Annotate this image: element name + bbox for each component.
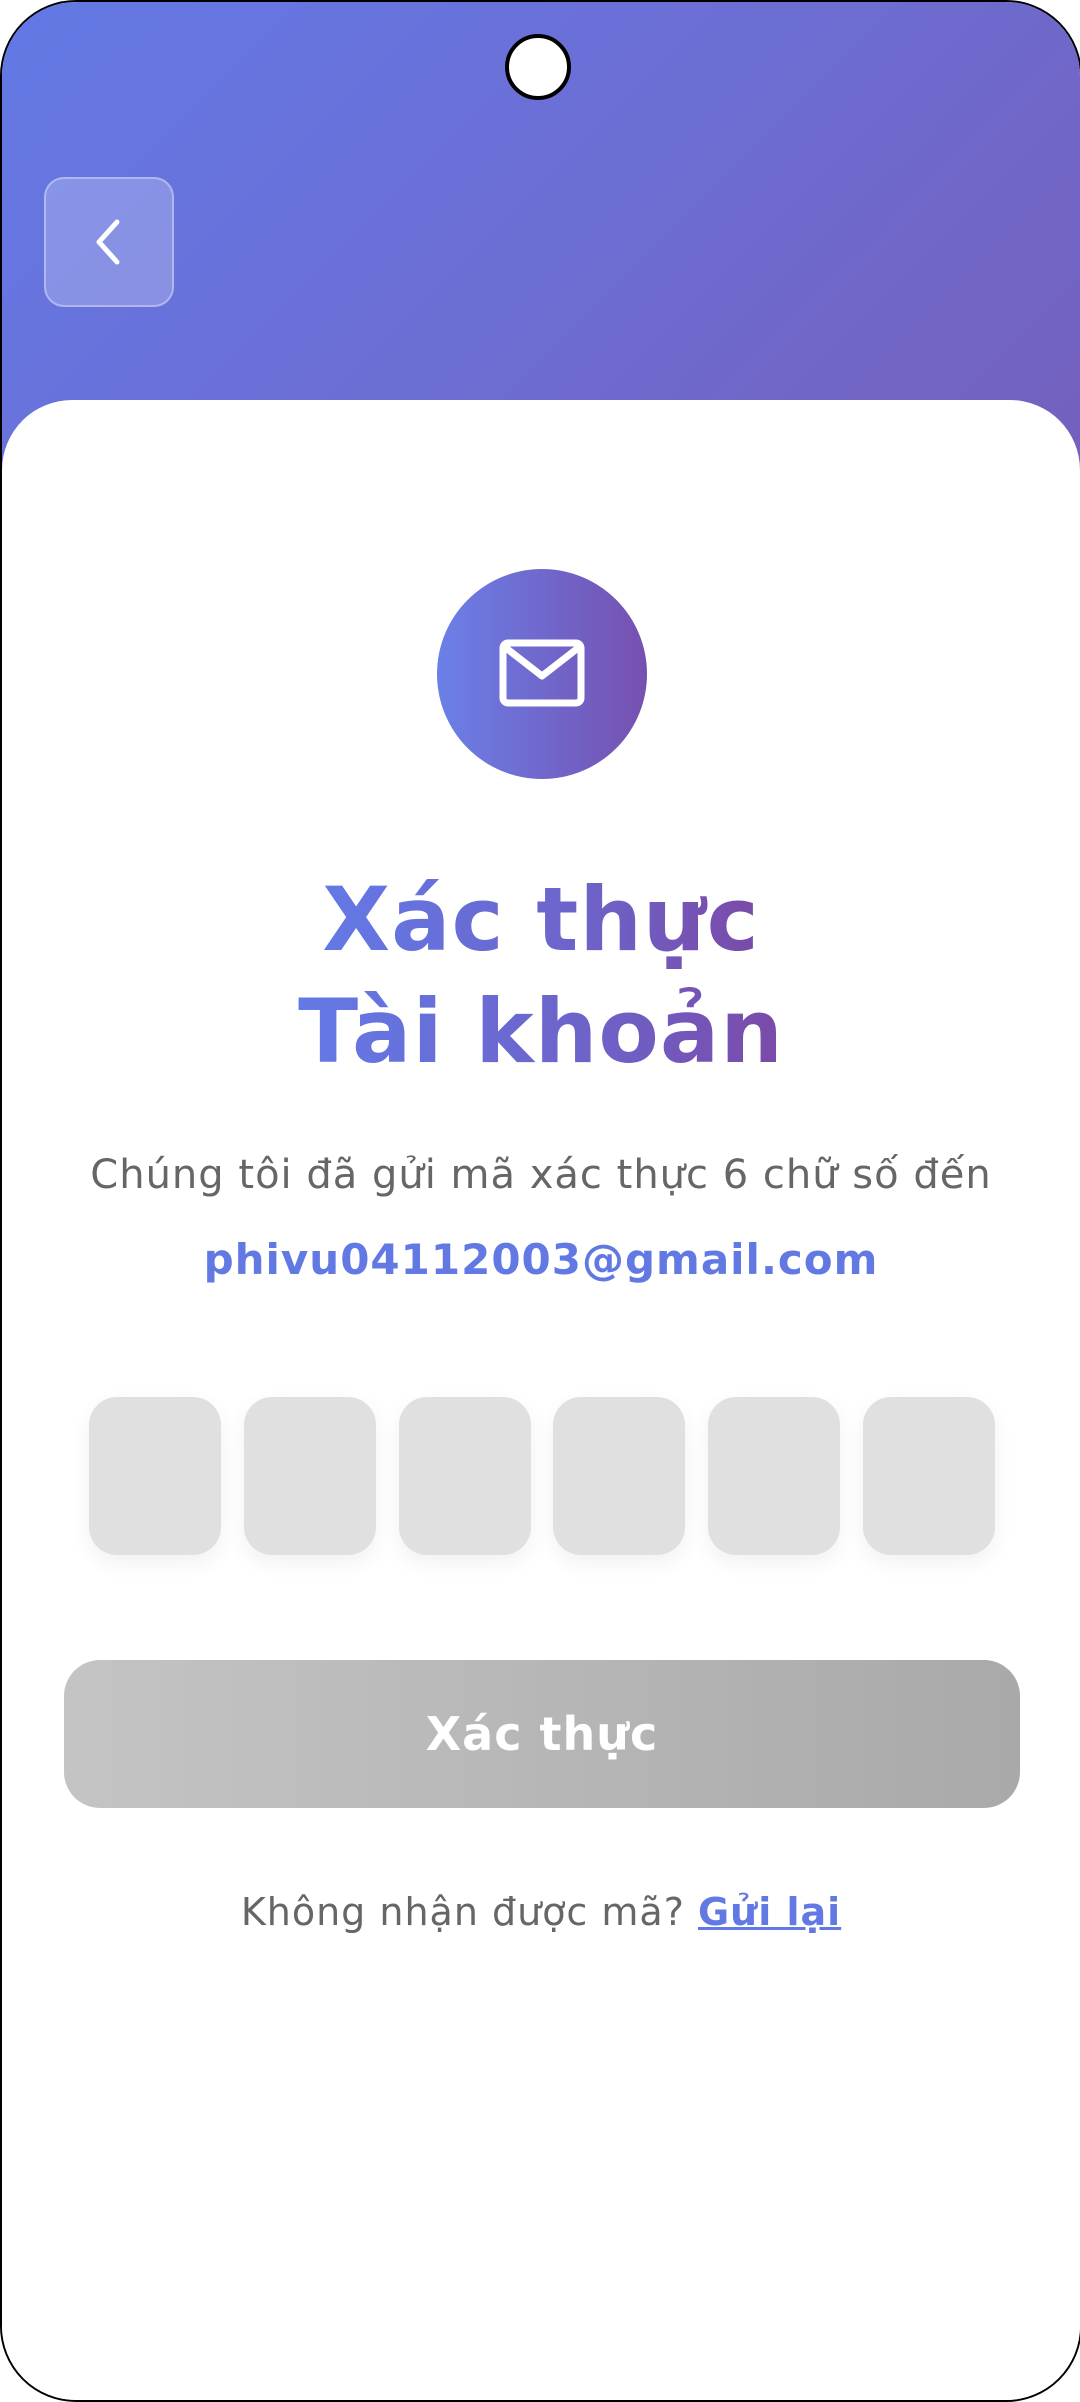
otp-digit-2[interactable] — [243, 1397, 376, 1555]
otp-digit-1[interactable] — [89, 1397, 221, 1555]
verify-button[interactable]: Xác thực — [64, 1660, 1020, 1808]
otp-input-row — [89, 1397, 995, 1557]
otp-digit-4[interactable] — [553, 1397, 686, 1555]
title-line-2: Tài khoản — [298, 976, 784, 1088]
resend-link[interactable]: Gửi lại — [698, 1890, 841, 1934]
camera-cutout — [505, 34, 571, 100]
resend-row: Không nhận được mã? Gửi lại — [2, 1890, 1080, 1934]
title-line-1: Xác thực — [322, 864, 760, 976]
back-button[interactable] — [44, 177, 174, 307]
page-title: Xác thực Tài khoản — [2, 864, 1080, 1088]
verification-message: Chúng tôi đã gửi mã xác thực 6 chữ số đế… — [90, 1152, 992, 1198]
otp-digit-3[interactable] — [398, 1397, 531, 1555]
otp-digit-6[interactable] — [862, 1397, 995, 1555]
otp-digit-5[interactable] — [708, 1397, 841, 1555]
phone-screen: Xác thực Tài khoản Chúng tôi đã gửi mã x… — [0, 0, 1080, 2402]
resend-prompt: Không nhận được mã? — [240, 1890, 698, 1934]
mail-badge — [437, 569, 647, 779]
email-address: phivu04112003@gmail.com — [203, 1235, 879, 1284]
chevron-left-icon — [96, 219, 120, 265]
mail-icon — [499, 639, 585, 707]
